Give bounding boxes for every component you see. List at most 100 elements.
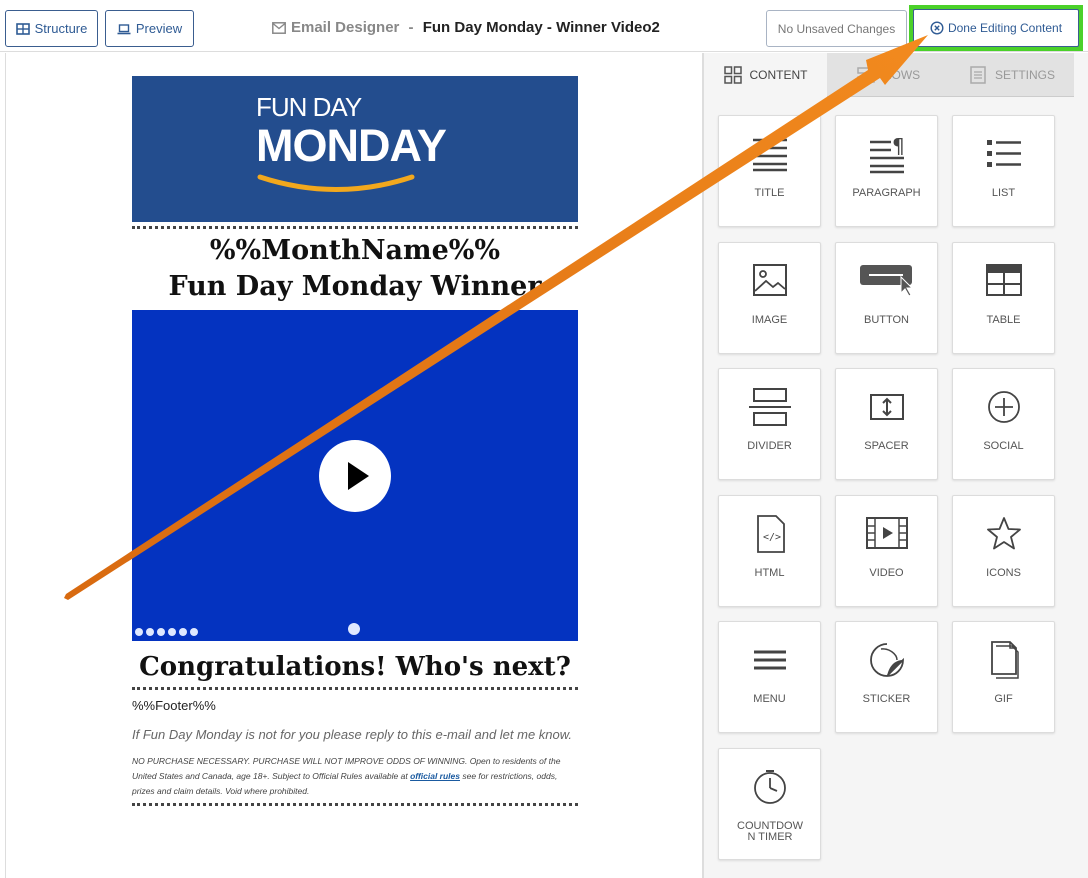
tile-label: SOCIAL <box>983 440 1024 452</box>
official-rules-link[interactable]: official rules <box>410 771 460 781</box>
tab-label: SETTINGS <box>994 67 1055 82</box>
list-icon <box>986 140 1021 167</box>
tile-label: TITLE <box>754 187 785 199</box>
email-canvas[interactable]: FUN DAY MONDAY %%MonthName%% Fun Day Mon… <box>5 53 703 878</box>
tile-label: STICKER <box>862 693 911 705</box>
tab-settings[interactable]: SETTINGS <box>950 53 1074 97</box>
spacer-icon <box>869 394 904 420</box>
page-title: Email Designer - Fun Day Monday - Winner… <box>272 19 660 36</box>
button-icon <box>859 265 913 297</box>
email-body: FUN DAY MONDAY %%MonthName%% Fun Day Mon… <box>132 76 578 810</box>
done-highlight: Done Editing Content <box>909 5 1083 51</box>
tab-label: ROWS <box>882 67 921 82</box>
tile-gif[interactable]: GIF <box>952 621 1055 733</box>
congrats-heading[interactable]: Congratulations! Who's next? <box>132 651 578 683</box>
menu-icon <box>753 650 786 670</box>
tab-content[interactable]: CONTENT <box>704 53 827 97</box>
tile-paragraph[interactable]: ¶ PARAGRAPH <box>835 115 938 227</box>
tile-label: COUNTDOW N TIMER <box>737 820 803 843</box>
tile-countdown-timer[interactable]: COUNTDOW N TIMER <box>718 748 821 860</box>
tile-button[interactable]: BUTTON <box>835 242 938 354</box>
banner-image[interactable]: FUN DAY MONDAY <box>132 76 578 222</box>
tile-label: SPACER <box>864 440 909 452</box>
table-icon <box>15 22 30 35</box>
tile-spacer[interactable]: SPACER <box>835 368 938 480</box>
divider <box>132 803 578 806</box>
divider <box>132 687 578 690</box>
html-icon: </> <box>756 515 785 553</box>
svg-text:¶: ¶ <box>892 134 905 158</box>
clock-icon <box>753 770 786 804</box>
title-prefix: Email Designer <box>291 19 400 36</box>
video-block[interactable] <box>132 310 578 641</box>
sticker-icon <box>869 643 904 677</box>
tab-rows[interactable]: ROWS <box>827 53 950 97</box>
social-icon <box>987 391 1020 423</box>
tile-html[interactable]: </> HTML <box>718 495 821 607</box>
smile-swoosh-icon <box>257 174 415 192</box>
tile-label: GIF <box>994 693 1013 705</box>
tile-label: HTML <box>754 567 785 579</box>
gif-icon <box>990 641 1019 679</box>
tile-title[interactable]: TITLE <box>718 115 821 227</box>
structure-label: Structure <box>34 21 88 36</box>
tile-label: TABLE <box>986 314 1021 326</box>
structure-button[interactable]: Structure <box>5 10 98 47</box>
tile-label: DIVIDER <box>747 440 792 452</box>
close-circle-icon <box>930 21 944 35</box>
tile-label: ICONS <box>986 567 1021 579</box>
done-label: Done Editing Content <box>947 21 1063 35</box>
tile-label: LIST <box>991 187 1016 199</box>
tile-sticker[interactable]: STICKER <box>835 621 938 733</box>
video-icon <box>865 517 908 549</box>
email-name: Fun Day Monday - Winner Video2 <box>422 19 660 36</box>
top-toolbar: Structure Preview Email Designer - Fun D… <box>0 0 1088 52</box>
rows-icon <box>857 66 875 83</box>
paragraph-icon: ¶ <box>869 134 905 174</box>
tile-label: MENU <box>753 693 786 705</box>
tile-label: IMAGE <box>751 314 788 326</box>
tile-video[interactable]: VIDEO <box>835 495 938 607</box>
preview-button[interactable]: Preview <box>105 10 194 47</box>
divider <box>132 226 578 229</box>
unsaved-status-button[interactable]: No Unsaved Changes <box>766 10 907 47</box>
done-editing-button[interactable]: Done Editing Content <box>913 9 1079 47</box>
star-icon <box>986 517 1021 550</box>
tab-label: CONTENT <box>749 68 808 82</box>
divider-icon <box>748 388 791 426</box>
title-icon <box>752 138 787 172</box>
laptop-icon <box>117 23 131 34</box>
tile-label: BUTTON <box>863 314 910 326</box>
settings-dot-icon <box>348 623 360 635</box>
heading-line1: %%MonthName%% <box>209 235 501 266</box>
image-icon <box>752 264 787 296</box>
banner-line2: MONDAY <box>256 120 447 171</box>
footer-variable[interactable]: %%Footer%% <box>132 698 578 713</box>
tile-icons[interactable]: ICONS <box>952 495 1055 607</box>
grid-icon <box>723 66 742 84</box>
heading[interactable]: %%MonthName%% Fun Day Monday Winner <box>132 233 578 305</box>
svg-text:</>: </> <box>763 532 781 543</box>
envelope-icon <box>272 21 286 34</box>
optout-text[interactable]: If Fun Day Monday is not for you please … <box>132 727 578 742</box>
tile-menu[interactable]: MENU <box>718 621 821 733</box>
title-separator: - <box>404 19 418 36</box>
tile-label: VIDEO <box>869 567 904 579</box>
unsaved-label: No Unsaved Changes <box>777 21 896 36</box>
video-controls <box>135 628 198 636</box>
legal-text[interactable]: NO PURCHASE NECESSARY. PURCHASE WILL NOT… <box>132 754 578 799</box>
tile-table[interactable]: TABLE <box>952 242 1055 354</box>
play-icon[interactable] <box>319 440 391 512</box>
tile-divider[interactable]: DIVIDER <box>718 368 821 480</box>
settings-icon <box>970 65 986 84</box>
heading-line2: Fun Day Monday Winner <box>168 271 542 302</box>
table-icon <box>985 264 1022 296</box>
panel-tabs: CONTENT ROWS SETTINGS <box>704 53 1088 97</box>
tile-label: PARAGRAPH <box>852 187 921 199</box>
tile-image[interactable]: IMAGE <box>718 242 821 354</box>
banner-line1: FUN DAY <box>256 92 362 122</box>
tile-social[interactable]: SOCIAL <box>952 368 1055 480</box>
content-panel: CONTENT ROWS SETTINGS TITLE ¶ PARAGRAPH … <box>703 53 1088 878</box>
preview-label: Preview <box>135 21 183 36</box>
tile-list[interactable]: LIST <box>952 115 1055 227</box>
